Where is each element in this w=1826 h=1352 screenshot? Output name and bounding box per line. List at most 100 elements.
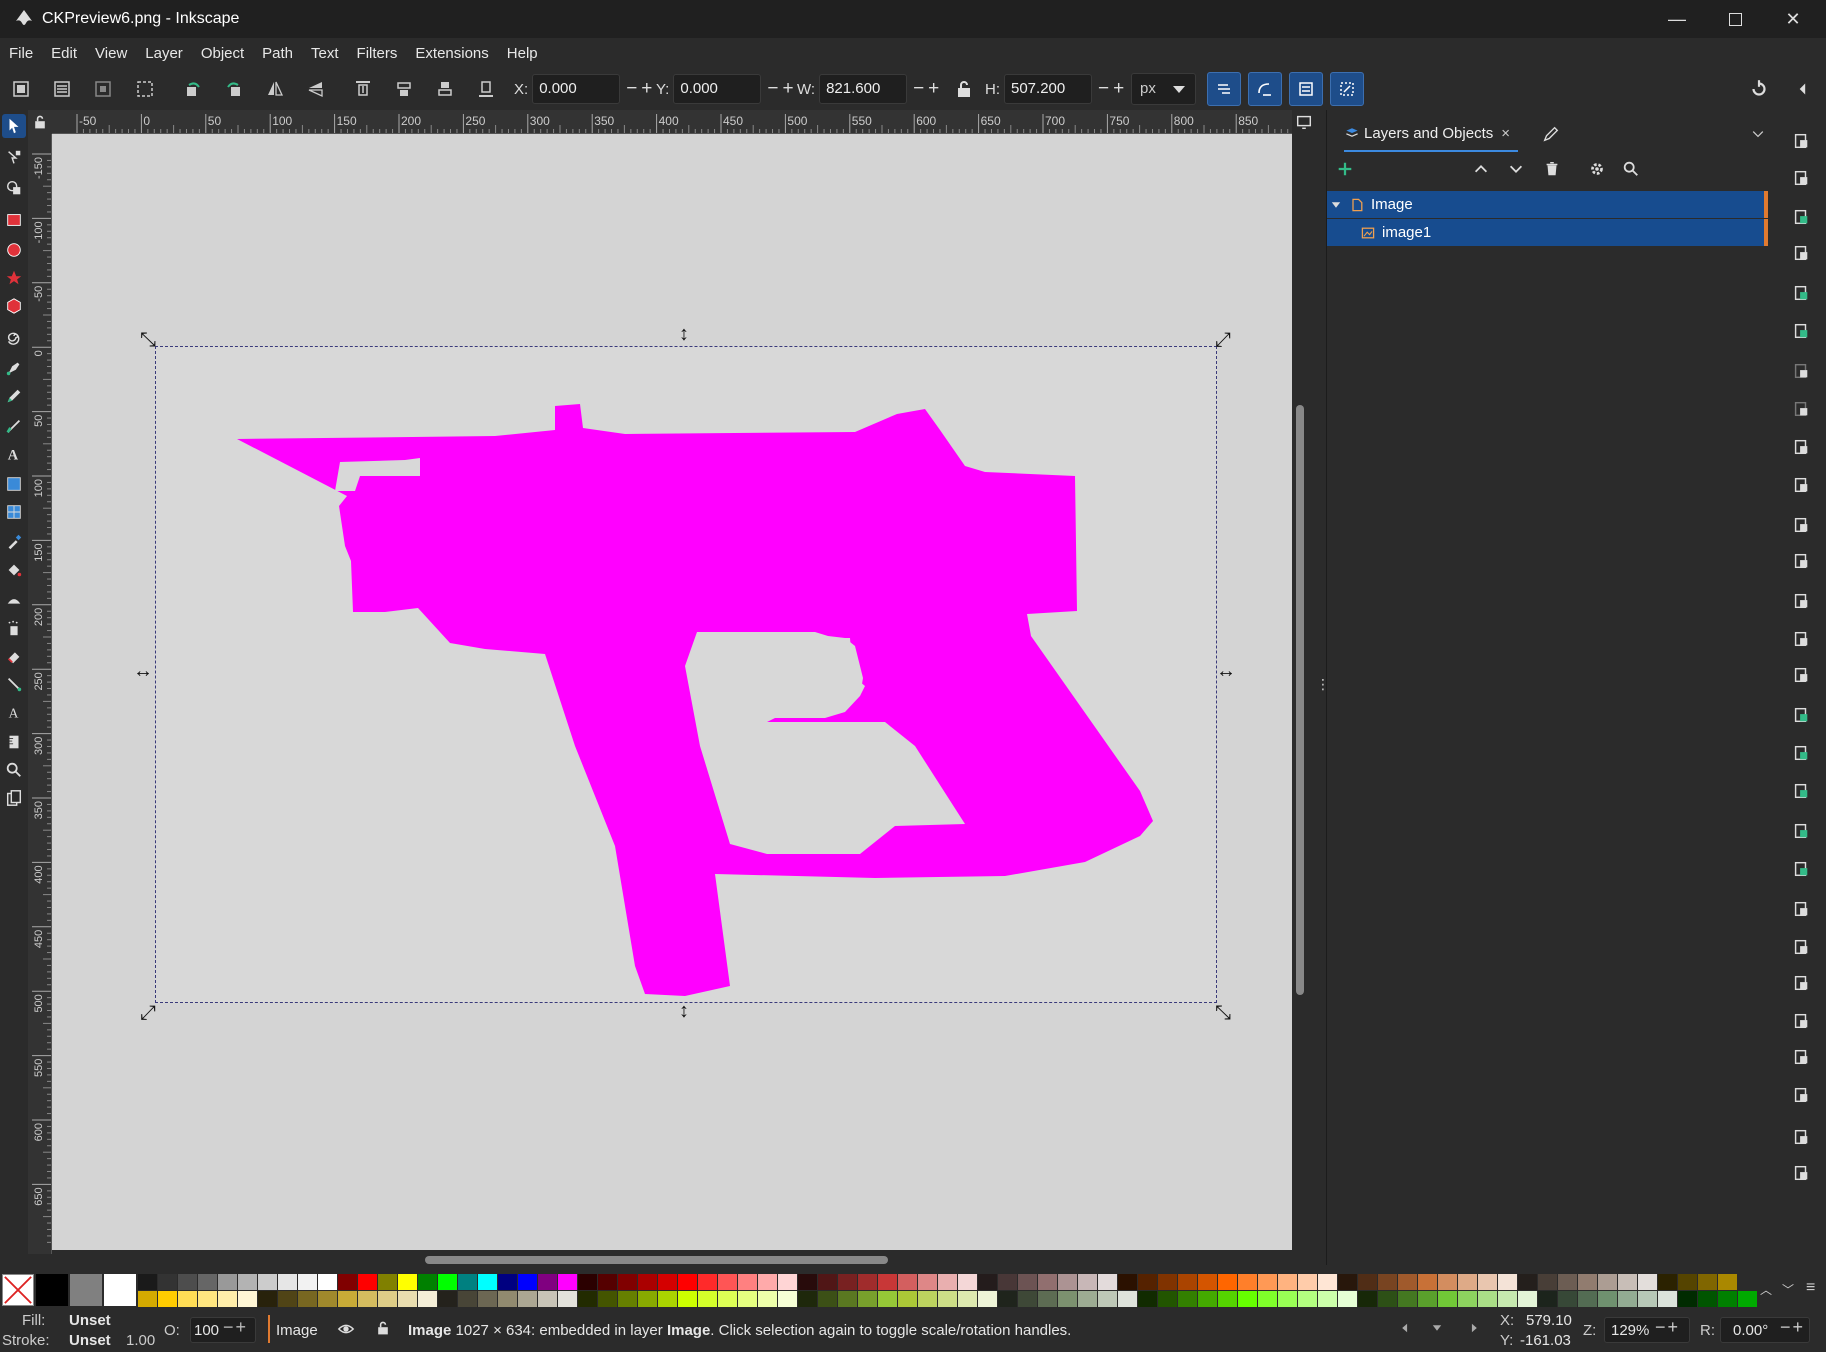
star-tool[interactable] xyxy=(2,266,26,290)
color-swatch[interactable] xyxy=(778,1274,797,1290)
delete-layer-button[interactable] xyxy=(1543,160,1561,182)
width-input[interactable]: 821.600 xyxy=(819,74,908,104)
pencil-tool[interactable] xyxy=(2,384,26,408)
rotate-ccw-button[interactable] xyxy=(180,76,206,102)
color-swatch[interactable] xyxy=(598,1291,617,1307)
color-swatch[interactable] xyxy=(1118,1291,1137,1307)
color-swatch[interactable] xyxy=(1018,1274,1037,1290)
color-swatch[interactable] xyxy=(978,1274,997,1290)
color-swatch[interactable] xyxy=(458,1274,477,1290)
color-swatch[interactable] xyxy=(938,1274,957,1290)
color-swatch[interactable] xyxy=(998,1274,1017,1290)
paint-bucket-tool[interactable] xyxy=(2,558,26,582)
calligraphy-tool[interactable] xyxy=(2,414,26,438)
color-swatch[interactable] xyxy=(1078,1291,1097,1307)
undo-button[interactable] xyxy=(1790,360,1812,382)
new-document-button[interactable] xyxy=(1790,130,1812,152)
color-swatch[interactable] xyxy=(258,1291,277,1307)
display-mode-button[interactable] xyxy=(1292,110,1316,134)
color-swatch[interactable] xyxy=(1498,1274,1517,1290)
duplicate-button[interactable] xyxy=(1790,704,1812,726)
paste-button[interactable] xyxy=(1790,514,1812,536)
color-swatch[interactable] xyxy=(918,1291,937,1307)
color-swatch[interactable] xyxy=(278,1291,297,1307)
color-swatch[interactable] xyxy=(1578,1291,1597,1307)
gray-swatch[interactable] xyxy=(70,1274,102,1306)
objects-button[interactable] xyxy=(1790,1046,1812,1068)
color-swatch[interactable] xyxy=(758,1274,777,1290)
zoom-page-button[interactable] xyxy=(1790,628,1812,650)
menu-filters[interactable]: Filters xyxy=(348,45,407,62)
color-swatch[interactable] xyxy=(1058,1291,1077,1307)
color-swatch[interactable] xyxy=(1358,1291,1377,1307)
move-down-button[interactable] xyxy=(1507,160,1525,182)
color-swatch[interactable] xyxy=(1178,1291,1197,1307)
color-swatch[interactable] xyxy=(698,1274,717,1290)
gradient-tool[interactable] xyxy=(2,472,26,496)
tab-close-button[interactable]: × xyxy=(1501,125,1510,142)
snap-toggle[interactable] xyxy=(1748,78,1770,100)
color-swatch[interactable] xyxy=(1378,1274,1397,1290)
menu-extensions[interactable]: Extensions xyxy=(406,45,497,62)
color-swatch[interactable] xyxy=(578,1274,597,1290)
tab-fill-stroke[interactable] xyxy=(1542,116,1560,152)
color-swatch[interactable] xyxy=(1558,1274,1577,1290)
color-swatch[interactable] xyxy=(998,1291,1017,1307)
color-swatch[interactable] xyxy=(198,1291,217,1307)
xml-editor-button[interactable] xyxy=(1790,1010,1812,1032)
ungroup-button[interactable] xyxy=(1790,858,1812,880)
tab-layers-and-objects[interactable]: Layers and Objects × xyxy=(1344,116,1519,152)
color-swatch[interactable] xyxy=(1078,1274,1097,1290)
color-swatch[interactable] xyxy=(818,1291,837,1307)
color-swatch[interactable] xyxy=(1418,1274,1437,1290)
color-swatch[interactable] xyxy=(898,1291,917,1307)
3d-box-tool[interactable] xyxy=(2,294,26,318)
layer-visibility-toggle[interactable] xyxy=(337,1320,355,1342)
pages-tool[interactable] xyxy=(2,786,26,810)
color-swatch[interactable] xyxy=(1678,1291,1697,1307)
palette-scroll-up[interactable]: ︿ xyxy=(1760,1281,1772,1298)
no-paint-swatch[interactable] xyxy=(2,1274,34,1306)
resize-handle-bottom[interactable]: ↕ xyxy=(679,1001,689,1021)
color-swatch[interactable] xyxy=(318,1291,337,1307)
preferences-button[interactable] xyxy=(1790,1162,1812,1184)
spiral-tool[interactable] xyxy=(2,324,26,348)
color-swatch[interactable] xyxy=(1298,1274,1317,1290)
color-swatch[interactable] xyxy=(598,1274,617,1290)
color-swatch[interactable] xyxy=(498,1291,517,1307)
color-swatch[interactable] xyxy=(438,1291,457,1307)
color-swatch[interactable] xyxy=(1718,1291,1737,1307)
color-swatch[interactable] xyxy=(658,1291,677,1307)
flip-vertical-button[interactable] xyxy=(303,76,329,102)
color-swatch[interactable] xyxy=(618,1274,637,1290)
select-all-button[interactable] xyxy=(8,76,34,102)
color-swatch[interactable] xyxy=(798,1274,817,1290)
resize-handle-right[interactable]: ↔ xyxy=(1216,661,1236,681)
color-swatch[interactable] xyxy=(678,1274,697,1290)
color-swatch[interactable] xyxy=(858,1291,877,1307)
import-button[interactable] xyxy=(1790,282,1812,304)
print-button[interactable] xyxy=(1790,242,1812,264)
color-swatch[interactable] xyxy=(1538,1291,1557,1307)
color-swatch[interactable] xyxy=(1478,1291,1497,1307)
color-swatch[interactable] xyxy=(1718,1274,1737,1290)
color-swatch[interactable] xyxy=(398,1274,417,1290)
stroke-width[interactable]: 1.00 xyxy=(126,1332,155,1349)
open-document-button[interactable] xyxy=(1790,167,1812,189)
color-swatch[interactable] xyxy=(718,1274,737,1290)
group-button[interactable] xyxy=(1790,820,1812,842)
copy-button[interactable] xyxy=(1790,436,1812,458)
color-swatch[interactable] xyxy=(978,1291,997,1307)
rotation-stepper[interactable]: −+ xyxy=(1780,1317,1805,1338)
color-swatch[interactable] xyxy=(1038,1274,1057,1290)
color-swatch[interactable] xyxy=(1398,1274,1417,1290)
node-tool[interactable] xyxy=(2,146,26,170)
transform-gradients-toggle[interactable] xyxy=(1289,72,1323,106)
color-swatch[interactable] xyxy=(638,1291,657,1307)
color-swatch[interactable] xyxy=(1578,1274,1597,1290)
color-swatch[interactable] xyxy=(838,1291,857,1307)
color-swatch[interactable] xyxy=(838,1274,857,1290)
color-swatch[interactable] xyxy=(858,1274,877,1290)
color-swatch[interactable] xyxy=(1058,1274,1077,1290)
cut-button[interactable] xyxy=(1790,474,1812,496)
